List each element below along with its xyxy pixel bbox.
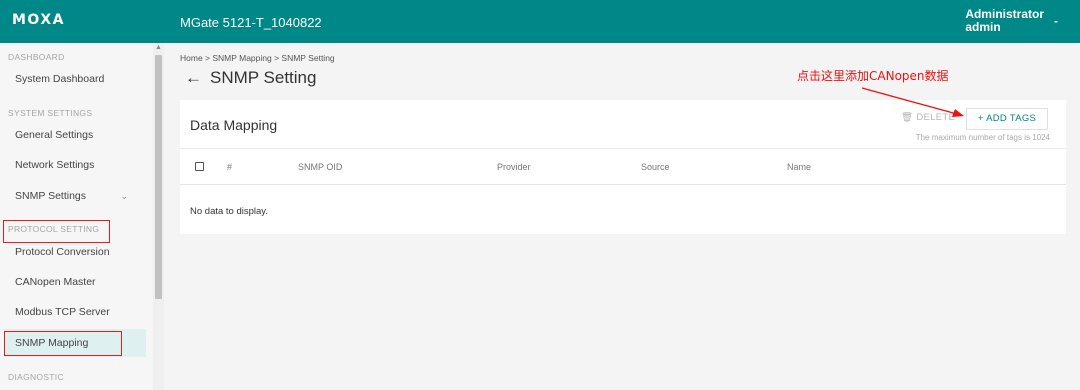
add-tags-button[interactable]: + ADD TAGS: [966, 108, 1048, 130]
card-title: Data Mapping: [190, 117, 278, 133]
sidebar-section-dashboard: DASHBOARD: [8, 52, 65, 62]
breadcrumb[interactable]: Home > SNMP Mapping > SNMP Setting: [180, 53, 335, 63]
scroll-up-arrow-icon[interactable]: ▲: [155, 44, 162, 51]
scrollbar-thumb[interactable]: [155, 55, 162, 299]
back-arrow-icon[interactable]: ←: [185, 68, 202, 88]
sidebar-section-system-settings: SYSTEM SETTINGS: [8, 108, 93, 118]
column-header-source[interactable]: Source: [641, 162, 670, 172]
delete-button[interactable]: 🗑 DELETE: [901, 112, 955, 123]
delete-label: DELETE: [916, 112, 956, 123]
trash-icon: 🗑: [901, 112, 914, 123]
column-header-index: #: [227, 162, 233, 172]
max-tags-note: The maximum number of tags is 1024: [915, 133, 1050, 142]
user-menu-caret-icon[interactable]: -: [1054, 14, 1058, 28]
column-header-name[interactable]: Name: [787, 162, 811, 172]
annotation-text: 点击这里添加CANopen数据: [797, 69, 949, 83]
column-header-snmp-oid[interactable]: SNMP OID: [298, 162, 342, 172]
chevron-down-icon: ⌄: [120, 191, 128, 201]
sidebar-item-network-settings[interactable]: Network Settings: [4, 151, 146, 179]
page-title: SNMP Setting: [210, 68, 317, 87]
sidebar-scrollbar[interactable]: ▲: [153, 43, 164, 390]
top-bar: MOXA MGate 5121-T_1040822 Administrator …: [0, 0, 1080, 43]
data-mapping-card: Data Mapping 🗑 DELETE + ADD TAGS The max…: [180, 100, 1066, 234]
sidebar-item-general-settings[interactable]: General Settings: [4, 121, 146, 149]
sidebar-item-label: SNMP Settings: [15, 190, 87, 202]
highlight-box-snmp-mapping: [4, 331, 122, 356]
sidebar-item-snmp-settings[interactable]: SNMP Settings ⌄: [4, 182, 146, 210]
empty-table-message: No data to display.: [190, 206, 268, 217]
select-all-checkbox[interactable]: [195, 162, 204, 171]
sidebar-section-diagnostic: DIAGNOSTIC: [8, 372, 64, 382]
user-name: admin: [965, 20, 1001, 34]
sidebar-item-canopen-master[interactable]: CANopen Master: [4, 268, 146, 296]
moxa-logo: MOXA: [12, 12, 65, 28]
user-menu[interactable]: Administrator admin: [965, 8, 1044, 34]
highlight-box-protocol-setting: [3, 220, 110, 243]
page-header: ← SNMP Setting: [185, 68, 316, 88]
column-header-provider[interactable]: Provider: [497, 162, 531, 172]
device-name: MGate 5121-T_1040822: [180, 15, 322, 30]
table-header: # SNMP OID Provider Source Name: [180, 148, 1066, 185]
sidebar-item-modbus-tcp-server[interactable]: Modbus TCP Server: [4, 298, 146, 326]
sidebar-item-system-dashboard[interactable]: System Dashboard: [4, 65, 146, 93]
